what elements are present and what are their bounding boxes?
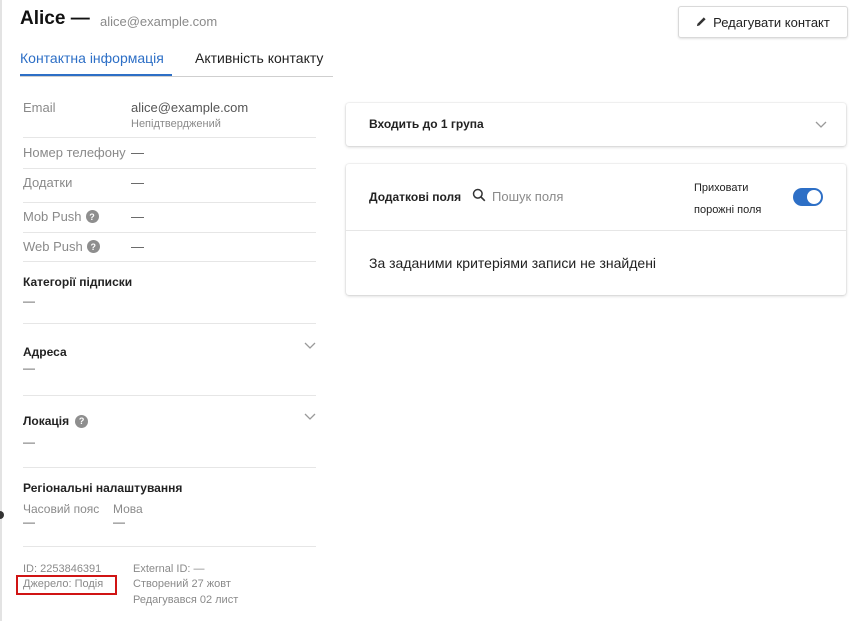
created-date: Створений 27 жовт bbox=[133, 578, 231, 590]
phone-value: — bbox=[131, 145, 144, 160]
web-push-label-text: Web Push bbox=[23, 239, 83, 254]
edited-date: Редагувався 02 лист bbox=[133, 594, 239, 606]
edit-contact-button[interactable]: Редагувати контакт bbox=[678, 6, 848, 38]
address-value: — bbox=[23, 361, 35, 375]
active-tab-indicator bbox=[20, 74, 172, 76]
location-value: — bbox=[23, 435, 35, 449]
divider bbox=[23, 395, 316, 396]
language-label: Мова bbox=[113, 502, 143, 516]
apps-value: — bbox=[131, 175, 144, 190]
timezone-value: — bbox=[23, 515, 35, 529]
web-push-value: — bbox=[131, 239, 144, 254]
contact-id: ID: 2253846391 bbox=[23, 563, 102, 575]
hide-empty-fields-label: Приховати порожні поля bbox=[694, 182, 762, 216]
field-search[interactable]: Пошук поля bbox=[472, 188, 563, 205]
email-label: Email bbox=[23, 100, 56, 115]
contact-email-header: alice@example.com bbox=[100, 14, 218, 29]
groups-card-title: Входить до 1 група bbox=[369, 117, 484, 131]
edit-contact-label: Редагувати контакт bbox=[713, 14, 830, 30]
pencil-icon bbox=[696, 15, 707, 30]
address-chevron-down-icon[interactable] bbox=[304, 342, 316, 350]
mob-push-row: Mob Push ? — bbox=[23, 203, 316, 233]
web-push-row: Web Push ? — bbox=[23, 233, 316, 262]
tab-contact-activity[interactable]: Активність контакту bbox=[195, 50, 323, 66]
divider bbox=[23, 467, 316, 468]
help-icon[interactable]: ? bbox=[86, 240, 100, 253]
phone-row: Номер телефону — bbox=[23, 138, 316, 169]
divider bbox=[23, 546, 316, 547]
tab-contact-info[interactable]: Контактна інформація bbox=[20, 50, 164, 66]
chevron-down-icon[interactable] bbox=[815, 121, 827, 129]
mob-push-label: Mob Push ? bbox=[23, 209, 99, 224]
help-icon[interactable]: ? bbox=[85, 210, 99, 223]
language-value: — bbox=[113, 515, 125, 529]
address-title: Адреса bbox=[23, 345, 67, 359]
mob-push-label-text: Mob Push bbox=[23, 209, 82, 224]
web-push-label: Web Push ? bbox=[23, 239, 100, 254]
contact-tabs: Контактна інформація Активність контакту bbox=[20, 40, 333, 77]
hide-empty-fields-toggle[interactable] bbox=[793, 188, 823, 206]
external-id: External ID: — bbox=[133, 563, 205, 575]
location-title: Локація ? bbox=[23, 414, 89, 428]
subscription-categories-value: — bbox=[23, 294, 35, 308]
search-input[interactable]: Пошук поля bbox=[492, 189, 563, 204]
mob-push-value: — bbox=[131, 209, 144, 224]
location-chevron-down-icon[interactable] bbox=[304, 413, 316, 421]
apps-label: Додатки bbox=[23, 175, 73, 190]
email-row: Email alice@example.com Непідтверджений bbox=[23, 98, 316, 138]
location-title-text: Локація bbox=[23, 414, 70, 428]
extra-fields-title: Додаткові поля bbox=[369, 190, 462, 204]
groups-card[interactable]: Входить до 1 група bbox=[346, 103, 846, 146]
help-icon[interactable]: ? bbox=[75, 414, 89, 428]
phone-label: Номер телефону bbox=[23, 145, 126, 160]
contact-name: Alice — bbox=[20, 8, 90, 29]
email-status: Непідтверджений bbox=[131, 118, 221, 130]
search-icon bbox=[472, 188, 486, 205]
edge-handle[interactable] bbox=[0, 511, 4, 519]
apps-row: Додатки — bbox=[23, 169, 316, 203]
source-highlight-box bbox=[16, 575, 117, 595]
left-panel-border bbox=[0, 0, 2, 621]
empty-results-message: За заданими критеріями записи не знайден… bbox=[369, 255, 657, 271]
email-value: alice@example.com bbox=[131, 100, 249, 115]
subscription-categories-title: Категорії підписки bbox=[23, 275, 133, 289]
toggle-knob bbox=[807, 190, 821, 204]
divider bbox=[346, 230, 846, 231]
timezone-label: Часовий пояс bbox=[23, 502, 100, 516]
extra-fields-card: Додаткові поля Пошук поля Приховати поро… bbox=[346, 164, 846, 295]
divider bbox=[23, 323, 316, 324]
regional-settings-title: Регіональні налаштування bbox=[23, 481, 183, 495]
